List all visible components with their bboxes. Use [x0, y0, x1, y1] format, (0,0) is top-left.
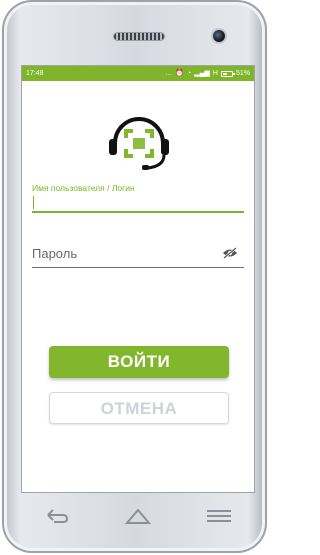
network-type-label: H [212, 70, 218, 77]
battery-level [222, 72, 227, 75]
front-camera [213, 30, 225, 42]
earpiece-speaker [114, 33, 164, 40]
text-caret [33, 196, 34, 209]
password-input[interactable] [32, 243, 244, 268]
wifi-icon: ◔ [186, 70, 192, 77]
username-label: Имя пользователя / Логин [32, 183, 135, 193]
phone-screen: 17:48 … ⏰ ◔ ▂▄▆ H 51% Имя пользователя /… [22, 66, 254, 492]
cancel-button[interactable]: ОТМЕНА [49, 392, 229, 424]
back-arrow-icon[interactable] [44, 508, 70, 524]
more-notifications-icon: … [165, 70, 173, 77]
menu-icon[interactable] [207, 509, 231, 523]
status-bar: 17:48 … ⏰ ◔ ▂▄▆ H 51% [22, 66, 254, 81]
status-time: 17:48 [26, 70, 44, 77]
status-icons: … ⏰ ◔ ▂▄▆ H 51% [165, 66, 250, 81]
alarm-icon: ⏰ [175, 70, 184, 77]
phone-frame: 17:48 … ⏰ ◔ ▂▄▆ H 51% Имя пользователя /… [2, 0, 267, 553]
eye-off-icon[interactable] [222, 247, 238, 259]
battery-percent: 51% [235, 70, 250, 77]
battery-icon [220, 70, 235, 77]
signal-icon: ▂▄▆ [194, 70, 210, 77]
home-icon[interactable] [125, 507, 151, 525]
headset-support-icon [109, 117, 169, 170]
login-button[interactable]: ВОЙТИ [49, 346, 229, 378]
navigation-bar [22, 500, 254, 536]
username-input[interactable] [32, 193, 244, 213]
